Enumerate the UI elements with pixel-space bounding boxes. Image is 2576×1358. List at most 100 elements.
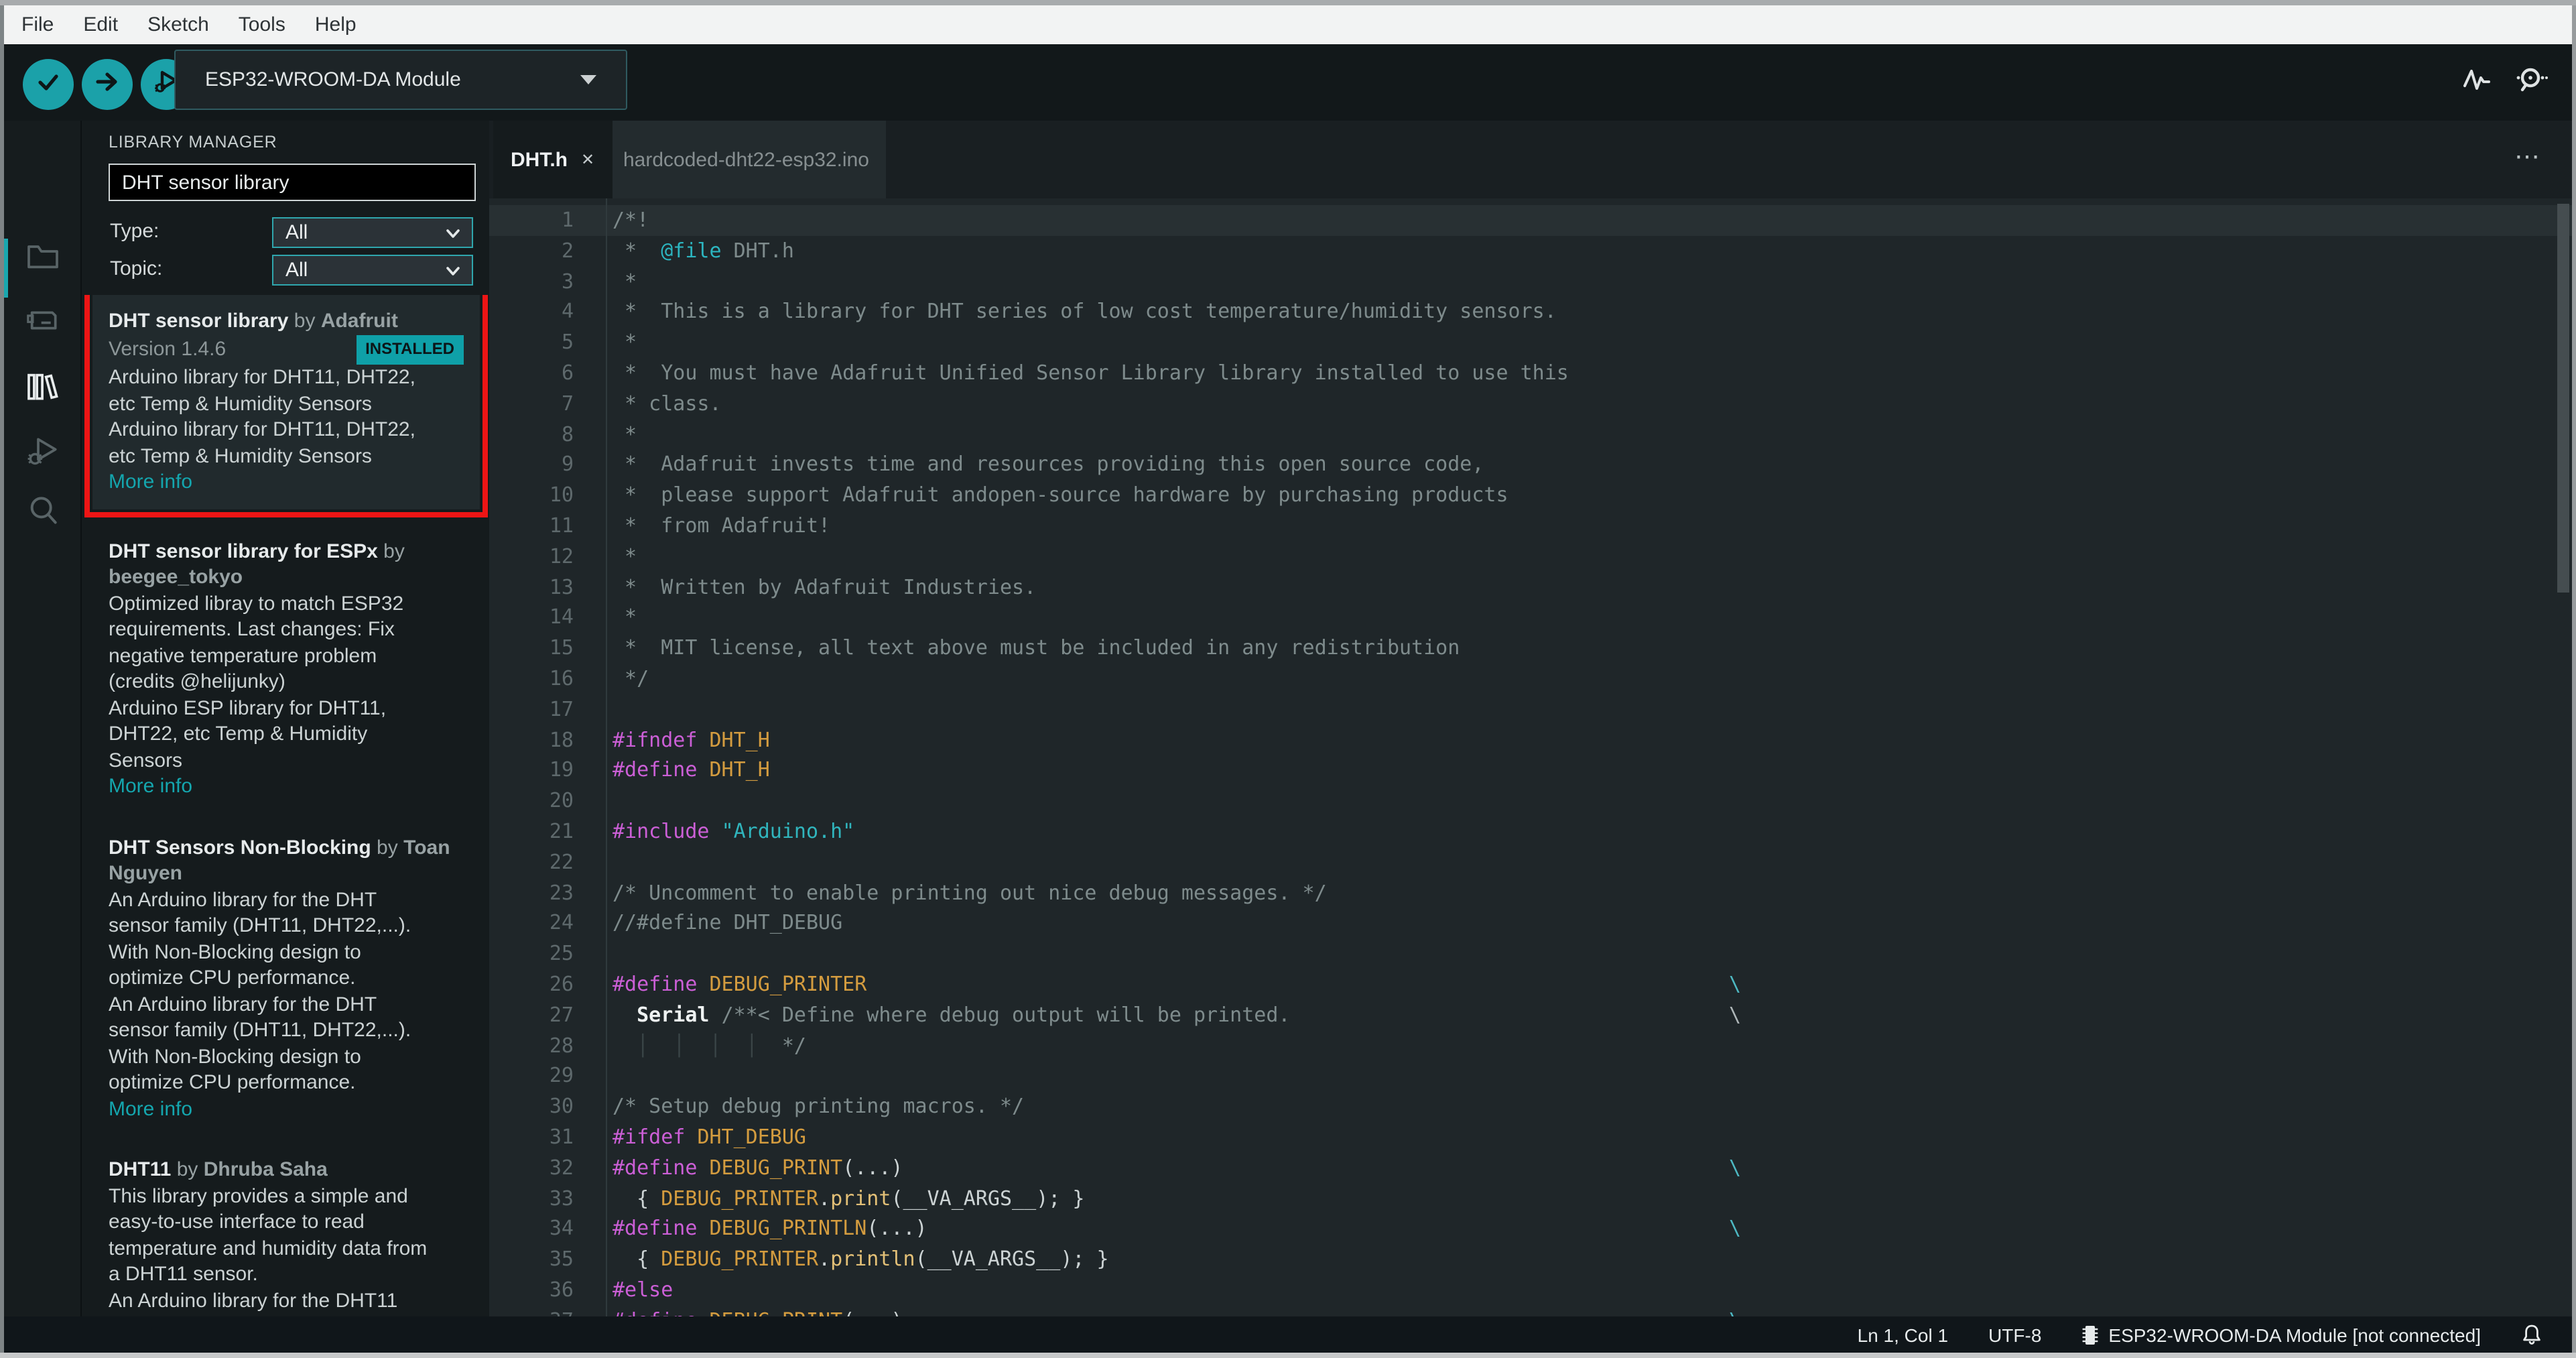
library-search-input[interactable] xyxy=(109,164,476,201)
entry-author: Dhruba Saha xyxy=(203,1158,328,1181)
line-number: 11 xyxy=(549,513,574,538)
sidebar-item-library-manager[interactable] xyxy=(23,369,63,409)
more-actions-button[interactable]: ⋯ xyxy=(2514,142,2542,173)
window-border-bottom xyxy=(0,1353,2576,1358)
entry-name: DHT sensor library for ESPx xyxy=(109,540,378,562)
serial-plotter-button[interactable] xyxy=(2458,64,2496,102)
line-number: 32 xyxy=(549,1155,574,1180)
code-line: 26 #define DEBUG_PRINTER \ xyxy=(489,969,2572,1000)
arrow-right-icon xyxy=(94,68,121,101)
line-content: #define DHT_H xyxy=(613,757,770,782)
activity-bar xyxy=(4,121,80,1316)
more-info-link[interactable]: More info xyxy=(109,469,464,495)
more-info-link[interactable]: More info xyxy=(109,774,464,800)
panel-title: LIBRARY MANAGER xyxy=(109,133,277,151)
line-number: 7 xyxy=(561,391,574,416)
menu-file[interactable]: File xyxy=(7,13,68,36)
editor-scrollbar[interactable] xyxy=(2557,204,2569,593)
more-info-link[interactable]: More info xyxy=(109,1096,464,1122)
sidebar-item-debug[interactable] xyxy=(23,434,63,475)
menu-help[interactable]: Help xyxy=(300,13,371,36)
sidebar-item-sketchbook[interactable] xyxy=(23,239,63,279)
type-select-value: All xyxy=(285,221,308,244)
entry-title: DHT sensor library for ESPx by beegee_to… xyxy=(109,538,464,591)
line-content: * xyxy=(613,422,637,446)
encoding[interactable]: UTF-8 xyxy=(1988,1324,2041,1345)
sidebar-item-search[interactable] xyxy=(23,493,63,534)
line-content: * Written by Adafruit Industries. xyxy=(613,574,1037,599)
line-number: 4 xyxy=(561,299,574,324)
menu-edit[interactable]: Edit xyxy=(68,13,133,36)
topic-select[interactable]: All xyxy=(272,255,473,286)
sidebar-item-boards-manager[interactable] xyxy=(23,303,63,343)
chevron-down-icon xyxy=(446,229,460,237)
code-line: 22 xyxy=(489,847,2572,877)
line-content: /*! xyxy=(613,208,649,232)
code-line: 34 #define DEBUG_PRINTLN(...) \ xyxy=(489,1214,2572,1245)
code-line: 3 * xyxy=(489,266,2572,297)
upload-button[interactable] xyxy=(82,59,133,110)
tab-DHT.h[interactable]: DHT.h ✕ xyxy=(493,121,613,198)
line-content xyxy=(606,1061,2572,1092)
notifications-bell-button[interactable] xyxy=(2521,1323,2542,1346)
verify-button[interactable] xyxy=(23,59,74,110)
chevron-down-icon xyxy=(580,75,596,84)
line-number: 19 xyxy=(549,757,574,782)
line-number: 16 xyxy=(549,666,574,690)
line-number: 35 xyxy=(549,1247,574,1272)
entry-description: An Arduino library for the DHT sensor fa… xyxy=(109,888,411,1094)
menu-tools[interactable]: Tools xyxy=(224,13,300,36)
library-entry[interactable]: DHT sensor library for ESPx by beegee_to… xyxy=(92,525,480,813)
type-select[interactable]: All xyxy=(272,217,473,248)
line-number: 22 xyxy=(549,849,574,874)
line-number: 3 xyxy=(561,269,574,294)
magnifier-dots-icon xyxy=(2513,62,2548,104)
cursor-position[interactable]: Ln 1, Col 1 xyxy=(1858,1324,1948,1345)
line-number: 27 xyxy=(549,1002,574,1027)
code-line: 8 * xyxy=(489,419,2572,450)
entry-by: by xyxy=(377,540,405,562)
line-content: * from Adafruit! xyxy=(613,513,831,538)
serial-monitor-button[interactable] xyxy=(2512,64,2549,102)
board-status-label: ESP32-WROOM-DA Module [not connected] xyxy=(2108,1324,2481,1345)
code-line: 31 #ifdef DHT_DEBUG xyxy=(489,1122,2572,1153)
line-number: 13 xyxy=(549,574,574,599)
code-line: 35 { DEBUG_PRINTER.println(__VA_ARGS__);… xyxy=(489,1244,2572,1275)
code-line: 14 * xyxy=(489,603,2572,633)
board-selector-value: ESP32-WROOM-DA Module xyxy=(205,68,461,91)
library-entry[interactable]: DHT Sensors Non-Blocking by Toan Nguyen A… xyxy=(92,821,480,1135)
line-number: 26 xyxy=(549,971,574,996)
code-line: 25 xyxy=(489,938,2572,969)
library-entry[interactable]: DHT sensor library by Adafruit Version 1.… xyxy=(84,295,488,517)
code-line: 27 Serial /**< Define where debug output… xyxy=(489,999,2572,1030)
line-content: */ xyxy=(613,666,649,690)
line-number: 37 xyxy=(489,1305,606,1316)
code-line: 29 xyxy=(489,1061,2572,1092)
books-icon xyxy=(24,367,62,411)
library-entry[interactable]: DHT11 by Dhruba Saha This library provide… xyxy=(92,1144,480,1316)
library-list: DHT sensor library by Adafruit Version 1.… xyxy=(82,295,489,1316)
chevron-down-icon xyxy=(446,266,460,275)
code-line: 9 * Adafruit invests time and resources … xyxy=(489,450,2572,481)
code-line: 32 #define DEBUG_PRINT(...) \ xyxy=(489,1152,2572,1183)
search-icon xyxy=(24,491,62,536)
entry-title: DHT Sensors Non-Blocking by Toan Nguyen xyxy=(109,835,464,887)
close-icon[interactable]: ✕ xyxy=(581,150,594,169)
board-selector[interactable]: ESP32-WROOM-DA Module xyxy=(174,50,627,110)
entry-name: DHT Sensors Non-Blocking xyxy=(109,836,371,859)
line-content: * xyxy=(613,330,637,355)
menu-sketch[interactable]: Sketch xyxy=(133,13,224,36)
line-number: 36 xyxy=(549,1277,574,1302)
window-border-top xyxy=(0,0,2576,5)
code-line: 4 * This is a library for DHT series of … xyxy=(489,297,2572,328)
line-content: * This is a library for DHT series of lo… xyxy=(613,299,1557,324)
line-content xyxy=(606,847,2572,877)
entry-author: beegee_tokyo xyxy=(109,566,243,589)
code-editor[interactable]: 1/*! 2 * @file DHT.h 3 * 4 * This is a libr… xyxy=(489,198,2572,1316)
code-line: 13 * Written by Adafruit Industries. xyxy=(489,572,2572,603)
board-status[interactable]: ESP32-WROOM-DA Module [not connected] xyxy=(2081,1322,2481,1347)
code-line: 17 xyxy=(489,694,2572,725)
code-line: 2 * @file DHT.h xyxy=(489,236,2572,267)
tab-label: DHT.h xyxy=(511,148,568,171)
tab-hardcoded-dht22-esp32.ino[interactable]: hardcoded-dht22-esp32.ino xyxy=(606,121,887,198)
